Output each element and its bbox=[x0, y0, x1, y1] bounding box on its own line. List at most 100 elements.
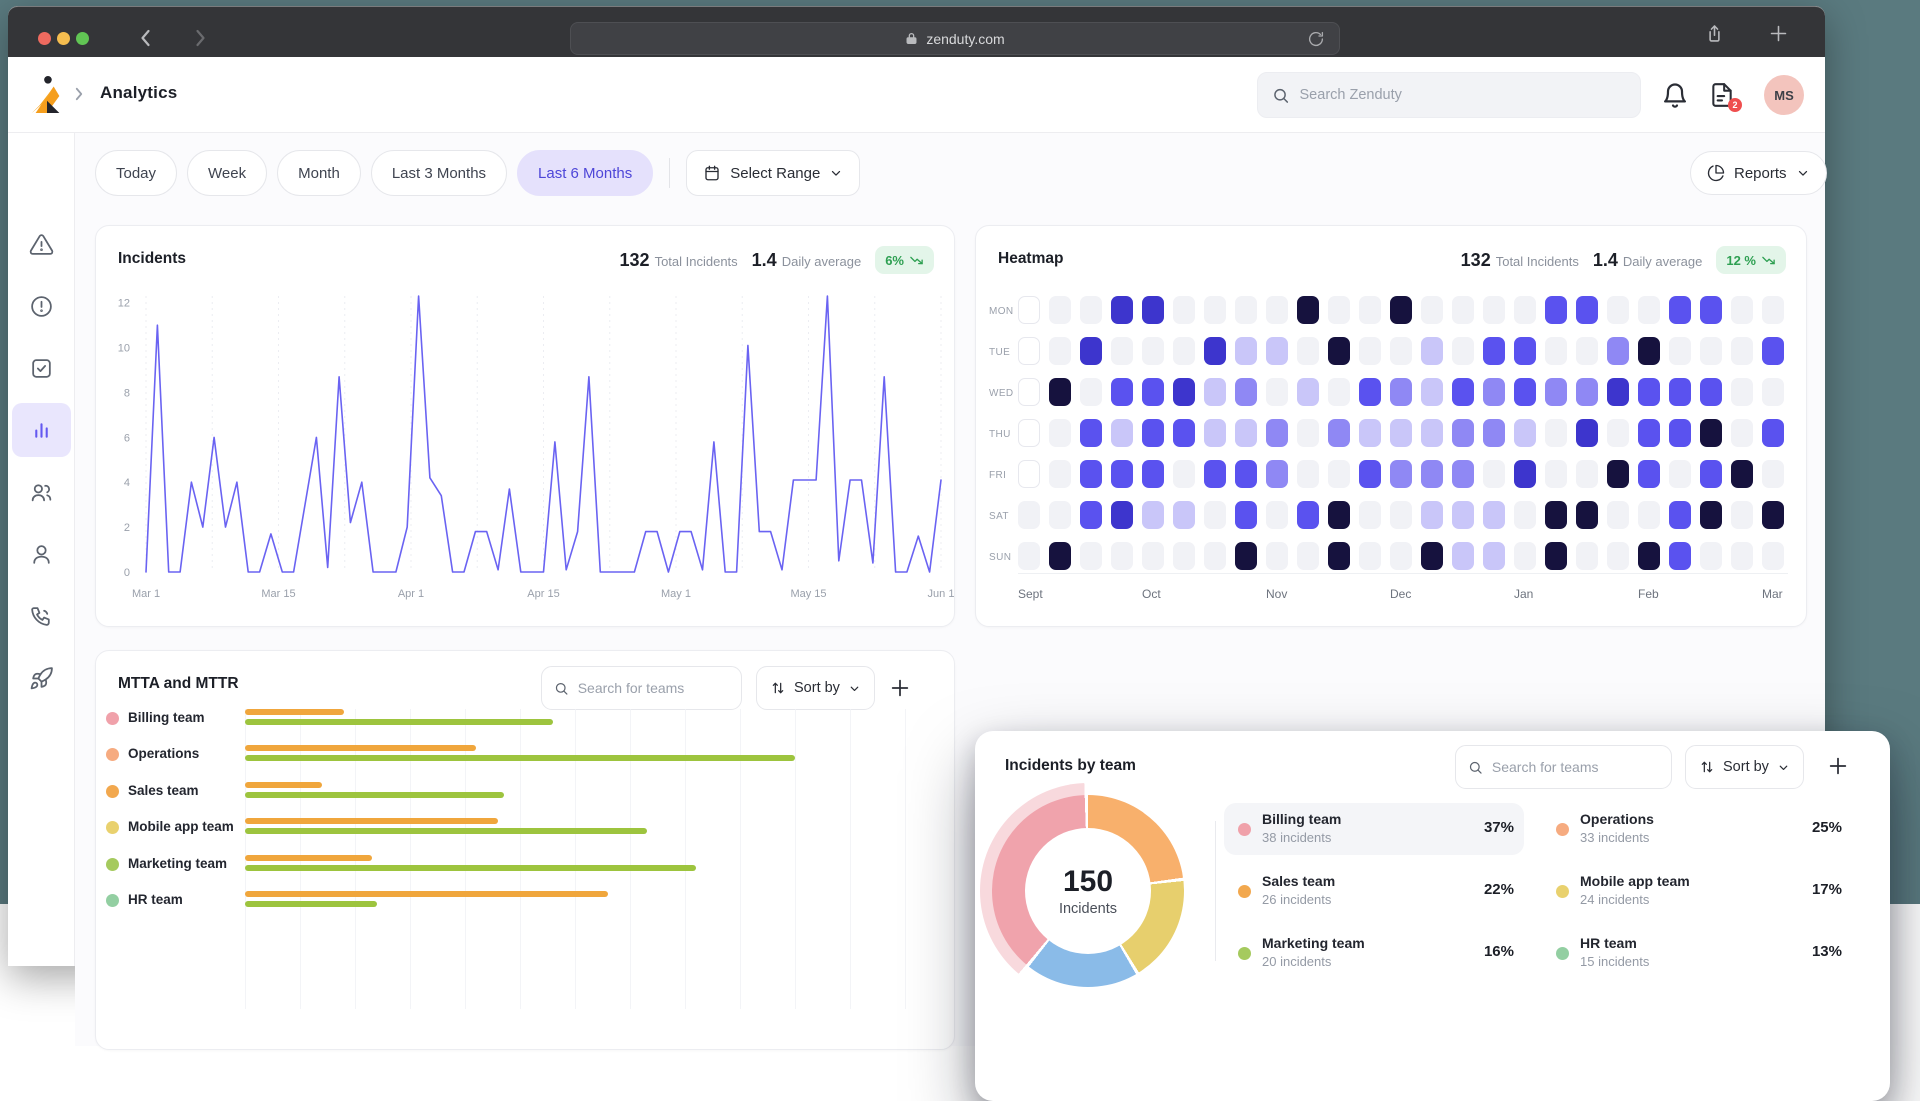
heatmap-cell bbox=[1421, 378, 1443, 406]
legend-row-marketing-team[interactable]: Marketing team 20 incidents 16% bbox=[1224, 927, 1524, 979]
team-search-input[interactable] bbox=[578, 680, 729, 696]
heatmap-cell bbox=[1328, 296, 1350, 324]
address-bar[interactable]: zenduty.com bbox=[570, 22, 1340, 55]
new-tab-icon[interactable] bbox=[1768, 23, 1789, 44]
global-search-input[interactable] bbox=[1300, 87, 1626, 103]
total-incidents-value: 132 bbox=[620, 250, 650, 270]
heatmap-cell bbox=[1607, 419, 1629, 447]
team-search[interactable] bbox=[1455, 745, 1672, 789]
heatmap-cell bbox=[1700, 337, 1722, 365]
notification-badge: 2 bbox=[1728, 98, 1742, 112]
heatmap-cell bbox=[1669, 296, 1691, 324]
heatmap-cell bbox=[1514, 501, 1536, 529]
close-window-button[interactable] bbox=[38, 32, 51, 45]
legend-row-operations[interactable]: Operations 33 incidents 25% bbox=[1542, 803, 1852, 855]
refresh-icon[interactable] bbox=[1307, 30, 1325, 48]
legend-row-sales-team[interactable]: Sales team 26 incidents 22% bbox=[1224, 865, 1524, 917]
heatmap-day-label: THU bbox=[989, 429, 1011, 440]
sidebar-item-alerts[interactable] bbox=[12, 279, 71, 333]
heatmap-cell bbox=[1266, 460, 1288, 488]
heatmap-cell bbox=[1266, 378, 1288, 406]
heatmap-cell bbox=[1266, 296, 1288, 324]
chip-last-6-months[interactable]: Last 6 Months bbox=[517, 150, 653, 196]
sort-by-button[interactable]: Sort by bbox=[1685, 745, 1804, 789]
legend-row-billing-team[interactable]: Billing team 38 incidents 37% bbox=[1224, 803, 1524, 855]
sidebar-item-integrations[interactable] bbox=[12, 651, 71, 705]
sidebar-item-incidents[interactable] bbox=[12, 217, 71, 271]
heatmap-cell bbox=[1452, 296, 1474, 324]
chip-today[interactable]: Today bbox=[95, 150, 177, 196]
legend-row-hr-team[interactable]: HR team 15 incidents 13% bbox=[1542, 927, 1852, 979]
chip-week[interactable]: Week bbox=[187, 150, 267, 196]
heatmap-cell bbox=[1390, 337, 1412, 365]
notifications-bell-icon[interactable] bbox=[1661, 81, 1689, 109]
heatmap-cell bbox=[1545, 419, 1567, 447]
heatmap-cell bbox=[1359, 296, 1381, 324]
heatmap-cell bbox=[1483, 501, 1505, 529]
team-search-input[interactable] bbox=[1492, 759, 1659, 775]
alert-circle-icon bbox=[29, 294, 54, 319]
sidebar-item-analytics[interactable] bbox=[12, 403, 71, 457]
heatmap-cell bbox=[1049, 501, 1071, 529]
select-range-button[interactable]: Select Range bbox=[686, 150, 860, 196]
search-icon bbox=[554, 680, 569, 697]
heatmap-cell bbox=[1266, 542, 1288, 570]
heatmap-cell bbox=[1235, 542, 1257, 570]
forward-icon[interactable] bbox=[188, 26, 212, 50]
team-bar-row[interactable]: Mobile app team bbox=[96, 809, 956, 845]
sidebar-item-teams[interactable] bbox=[12, 465, 71, 519]
zenduty-logo[interactable] bbox=[28, 75, 66, 115]
heatmap-cell bbox=[1359, 378, 1381, 406]
share-icon[interactable] bbox=[1704, 23, 1725, 44]
sidebar-item-on-call[interactable] bbox=[12, 589, 71, 643]
divider bbox=[1215, 821, 1216, 961]
heatmap-day-label: FRI bbox=[989, 470, 1006, 481]
team-bar-row[interactable]: HR team bbox=[96, 882, 956, 918]
heatmap-cell bbox=[1266, 501, 1288, 529]
daily-average-label: Daily average bbox=[782, 254, 862, 269]
chip-month[interactable]: Month bbox=[277, 150, 361, 196]
minimize-window-button[interactable] bbox=[57, 32, 70, 45]
heatmap-cell bbox=[1514, 419, 1536, 447]
donut-total-label: Incidents bbox=[1059, 901, 1117, 917]
team-bar-row[interactable]: Sales team bbox=[96, 773, 956, 809]
zoom-window-button[interactable] bbox=[76, 32, 89, 45]
legend-row-mobile-app-team[interactable]: Mobile app team 24 incidents 17% bbox=[1542, 865, 1852, 917]
team-bar-row[interactable]: Billing team bbox=[96, 700, 956, 736]
avatar[interactable]: MS bbox=[1764, 75, 1804, 115]
add-team-button[interactable] bbox=[889, 673, 919, 703]
heatmap-cell bbox=[1297, 542, 1319, 570]
heatmap-cell bbox=[1328, 419, 1350, 447]
legend-dot bbox=[1556, 823, 1569, 836]
heatmap-cell bbox=[1142, 296, 1164, 324]
team-bar-row[interactable]: Operations bbox=[96, 736, 956, 772]
team-bar-row[interactable]: Marketing team bbox=[96, 846, 956, 882]
sidebar-item-profile[interactable] bbox=[12, 527, 71, 581]
activity-log-button[interactable]: 2 bbox=[1709, 81, 1737, 109]
breadcrumb-chevron-icon bbox=[70, 85, 88, 103]
back-icon[interactable] bbox=[134, 26, 158, 50]
heatmap-cell bbox=[1049, 296, 1071, 324]
heatmap-cell bbox=[1204, 296, 1226, 324]
heatmap-day-label: MON bbox=[989, 306, 1014, 317]
heatmap-cell bbox=[1018, 501, 1040, 529]
heatmap-cell bbox=[1111, 296, 1133, 324]
heatmap-day-label: WED bbox=[989, 388, 1014, 399]
bar-chart-icon bbox=[29, 418, 54, 443]
sidebar-item-tasks[interactable] bbox=[12, 341, 71, 395]
reports-button[interactable]: Reports bbox=[1690, 151, 1827, 195]
heatmap-cell bbox=[1483, 296, 1505, 324]
heatmap-cell bbox=[1421, 337, 1443, 365]
heatmap-cell bbox=[1700, 460, 1722, 488]
add-team-button[interactable] bbox=[1827, 751, 1857, 781]
heatmap-cell bbox=[1669, 337, 1691, 365]
team-name: HR team bbox=[128, 892, 183, 907]
chip-last-3-months[interactable]: Last 3 Months bbox=[371, 150, 507, 196]
global-search[interactable] bbox=[1257, 72, 1641, 118]
url-text: zenduty.com bbox=[926, 31, 1004, 47]
heatmap-cell bbox=[1452, 460, 1474, 488]
legend-dot bbox=[1238, 947, 1251, 960]
mtta-bar bbox=[245, 818, 498, 824]
chevron-down-icon bbox=[1777, 761, 1790, 774]
team-name: Mobile app team bbox=[128, 819, 234, 834]
